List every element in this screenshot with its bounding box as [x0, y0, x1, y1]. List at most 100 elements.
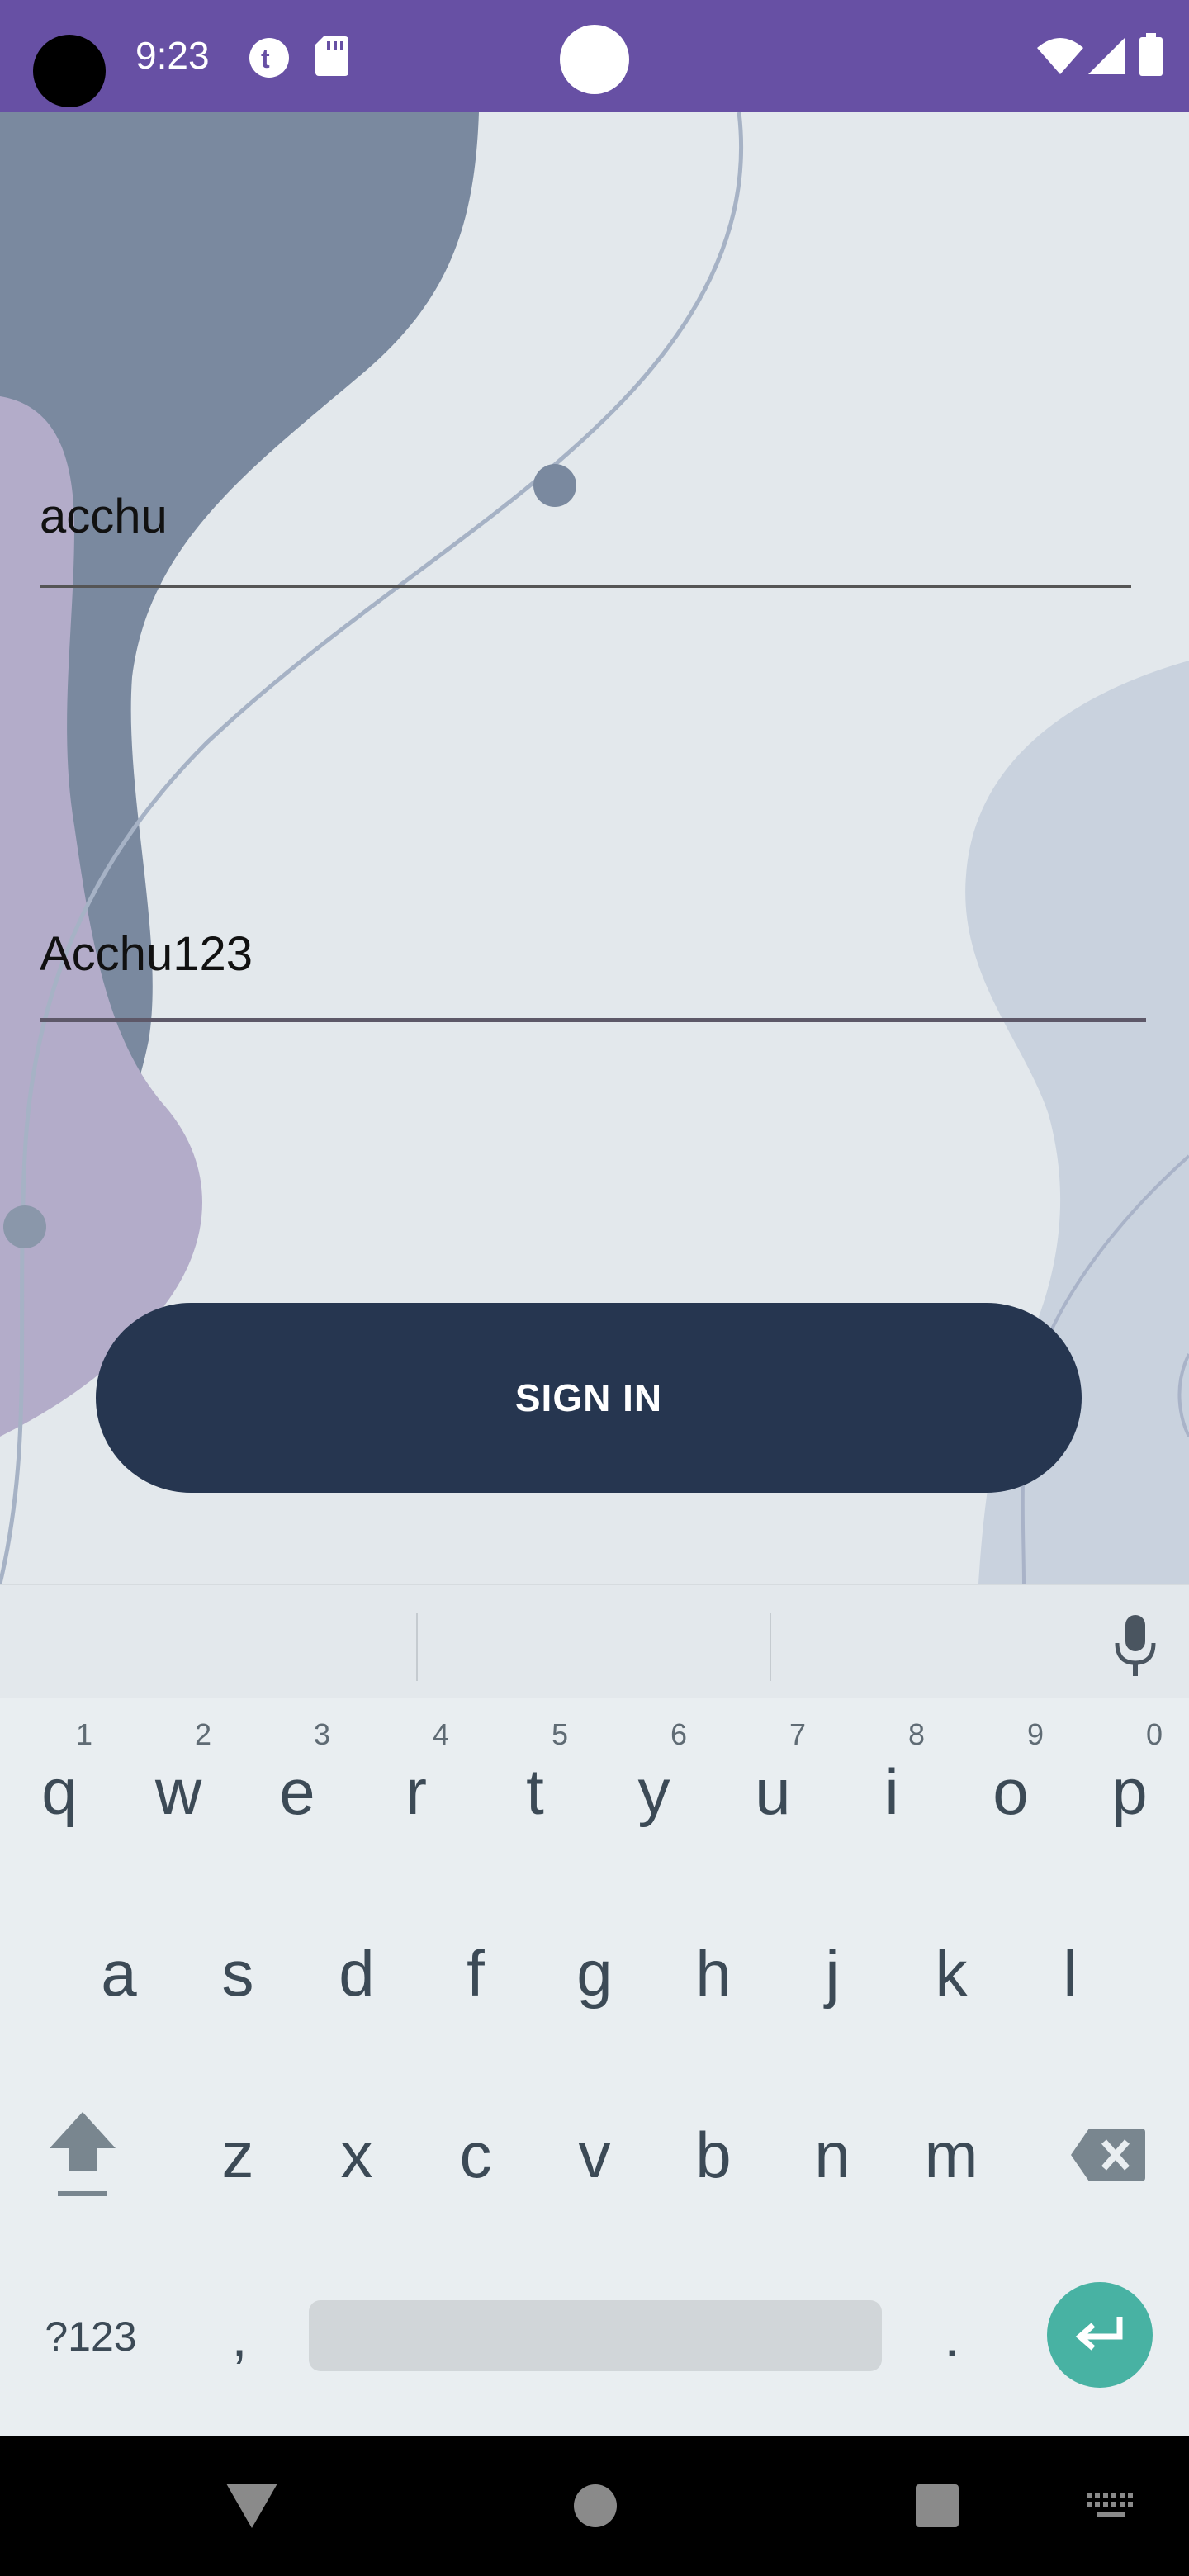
password-field[interactable]: Acchu123 [40, 918, 1146, 1022]
comma-key[interactable]: , [190, 2279, 289, 2394]
microphone-icon[interactable] [1113, 1615, 1158, 1682]
key-label: w [154, 1755, 202, 1828]
key-number-hint: 5 [551, 1717, 568, 1751]
t-app-icon: t [248, 36, 291, 83]
key-g[interactable]: g [537, 1891, 652, 2056]
key-label: h [695, 1937, 732, 2010]
username-value: acchu [40, 490, 168, 543]
key-m[interactable]: m [893, 2072, 1009, 2237]
key-k[interactable]: k [893, 1891, 1009, 2056]
key-number-hint: 6 [670, 1717, 687, 1751]
home-button[interactable] [550, 2436, 641, 2576]
key-label: f [467, 1937, 485, 2010]
key-e[interactable]: e3 [239, 1709, 355, 1874]
keyboard-switch-button[interactable] [1073, 2436, 1148, 2576]
recents-button[interactable] [892, 2436, 983, 2576]
space-bar[interactable] [309, 2300, 882, 2371]
key-c[interactable]: c [418, 2072, 533, 2237]
key-b[interactable]: b [656, 2072, 771, 2237]
recents-icon [916, 2484, 959, 2527]
key-label: t [526, 1755, 544, 1828]
key-x[interactable]: x [299, 2072, 414, 2237]
key-h[interactable]: h [656, 1891, 771, 2056]
shift-key[interactable] [25, 2072, 140, 2237]
suggestion-strip [0, 1584, 1189, 1698]
symbols-key[interactable]: ?123 [25, 2279, 157, 2394]
back-button[interactable] [206, 2436, 297, 2576]
status-bar: 9:23 t [0, 0, 1189, 112]
key-number-hint: 2 [194, 1717, 211, 1751]
password-value: Acchu123 [40, 927, 253, 981]
key-label: b [695, 2119, 732, 2191]
username-field[interactable]: acchu [40, 481, 1131, 588]
key-label: n [814, 2119, 850, 2191]
key-w[interactable]: w2 [121, 1709, 236, 1874]
key-number-hint: 3 [313, 1717, 330, 1751]
wifi-icon [1037, 38, 1083, 78]
sd-card-icon [315, 36, 348, 80]
key-y[interactable]: y6 [596, 1709, 712, 1874]
key-v[interactable]: v [537, 2072, 652, 2237]
key-number-hint: 0 [1145, 1717, 1163, 1751]
key-f[interactable]: f [418, 1891, 533, 2056]
key-r[interactable]: r4 [358, 1709, 474, 1874]
key-label: g [576, 1937, 613, 2010]
key-label: x [340, 2119, 373, 2191]
period-key[interactable]: . [907, 2279, 997, 2394]
key-label: s [221, 1937, 254, 2010]
status-time: 9:23 [135, 34, 210, 77]
battery-icon [1139, 33, 1163, 80]
key-label: c [459, 2119, 492, 2191]
enter-arrow-icon [1075, 2317, 1123, 2351]
signal-icon [1088, 38, 1125, 78]
key-d[interactable]: d [299, 1891, 414, 2056]
key-n[interactable]: n [775, 2072, 890, 2237]
keyboard-icon [1087, 2493, 1133, 2517]
key-label: o [992, 1755, 1029, 1828]
front-camera-indicator [560, 25, 629, 94]
key-number-hint: 8 [907, 1717, 925, 1751]
key-number-hint: 7 [789, 1717, 806, 1751]
key-label: z [221, 2119, 254, 2191]
key-p[interactable]: p0 [1072, 1709, 1187, 1874]
key-label: i [884, 1755, 899, 1828]
key-label: p [1111, 1755, 1148, 1828]
home-icon [574, 2484, 617, 2527]
key-label: m [924, 2119, 978, 2191]
back-icon [226, 2484, 277, 2528]
app-screen: 9:23 t acchu Acchu123 SIGN IN ?123 , . q… [0, 0, 1189, 2576]
key-label: v [578, 2119, 611, 2191]
key-label: r [405, 1755, 427, 1828]
camera-cutout [33, 35, 106, 107]
navigation-bar [0, 2436, 1189, 2576]
key-label: e [279, 1755, 315, 1828]
enter-key[interactable] [1047, 2282, 1153, 2388]
key-label: u [755, 1755, 791, 1828]
key-i[interactable]: i8 [834, 1709, 950, 1874]
suggestion-divider [770, 1613, 771, 1681]
key-j[interactable]: j [775, 1891, 890, 2056]
suggestion-divider [416, 1613, 418, 1681]
key-number-hint: 9 [1026, 1717, 1044, 1751]
backspace-key[interactable] [1050, 2072, 1166, 2237]
key-o[interactable]: o9 [953, 1709, 1068, 1874]
key-t[interactable]: t5 [477, 1709, 593, 1874]
key-l[interactable]: l [1012, 1891, 1128, 2056]
key-label: d [339, 1937, 375, 2010]
key-z[interactable]: z [180, 2072, 296, 2237]
key-label: y [637, 1755, 670, 1828]
svg-text:t: t [261, 44, 270, 73]
key-number-hint: 1 [75, 1717, 92, 1751]
key-q[interactable]: q1 [2, 1709, 117, 1874]
sign-in-button[interactable]: SIGN IN [96, 1303, 1082, 1493]
key-label: l [1063, 1937, 1078, 2010]
key-label: j [825, 1937, 840, 2010]
key-s[interactable]: s [180, 1891, 296, 2056]
key-label: a [101, 1937, 137, 2010]
key-u[interactable]: u7 [715, 1709, 831, 1874]
key-label: k [935, 1937, 968, 2010]
key-a[interactable]: a [61, 1891, 177, 2056]
key-label: q [41, 1755, 78, 1828]
soft-keyboard: ?123 , . q1w2e3r4t5y6u7i8o9p0asdfghjklzx… [0, 1584, 1189, 2436]
key-number-hint: 4 [432, 1717, 449, 1751]
